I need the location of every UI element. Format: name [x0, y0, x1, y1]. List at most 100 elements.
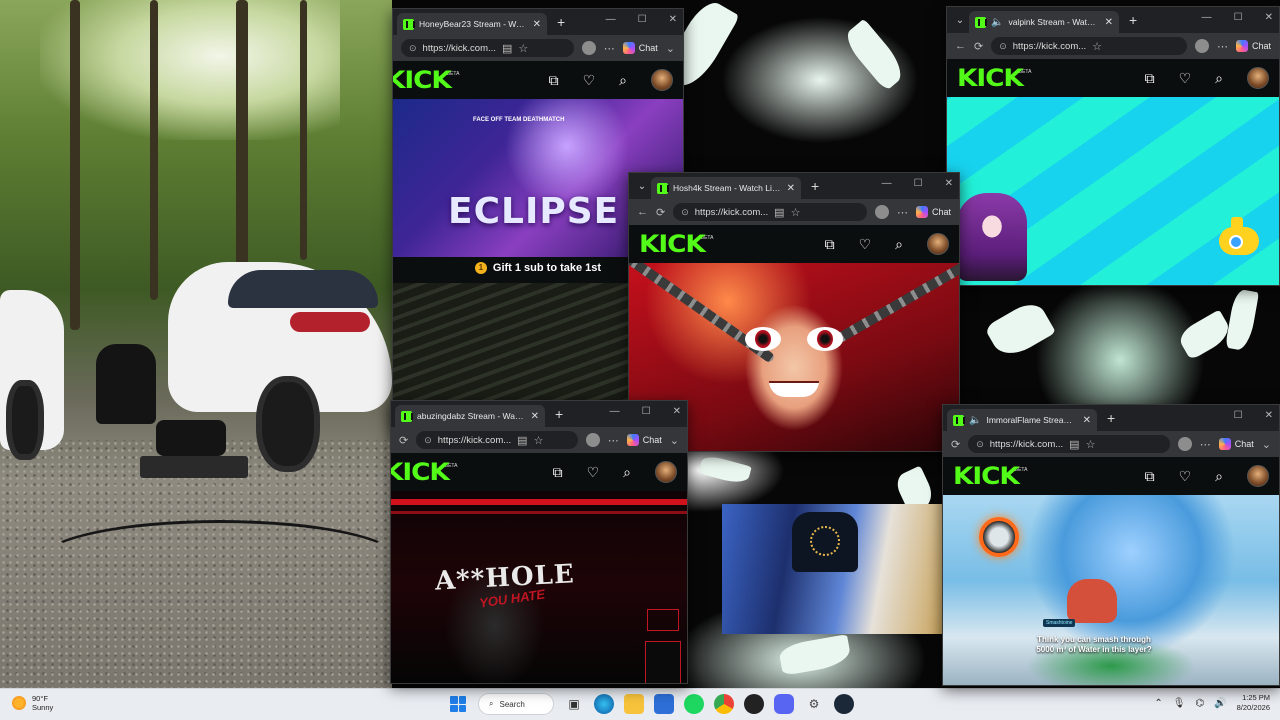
tab-close-icon[interactable]: ✕ — [787, 183, 795, 194]
close-window-icon[interactable]: ✕ — [1265, 12, 1273, 23]
taskbar-search[interactable]: ⌕ Search — [478, 693, 554, 715]
browser-window-immoralflame[interactable]: 🔈 ImmoralFlame Stream - Watc ✕ + ☐ ✕ ⟳ ⊙… — [942, 404, 1280, 686]
new-tab-button[interactable]: + — [811, 178, 819, 194]
browser-window-valpink[interactable]: ⌄ 🔈 valpink Stream - Watch Live o ✕ + — … — [946, 6, 1280, 286]
close-window-icon[interactable]: ✕ — [669, 14, 677, 25]
favorite-star-icon[interactable]: ☆ — [518, 42, 528, 55]
user-avatar[interactable] — [1247, 465, 1269, 487]
back-arrow-icon[interactable]: ← — [955, 40, 966, 52]
tab-immoralflame[interactable]: 🔈 ImmoralFlame Stream - Watc ✕ — [947, 409, 1097, 431]
reader-mode-icon[interactable]: ▤ — [774, 206, 784, 219]
close-window-icon[interactable]: ✕ — [1265, 410, 1273, 421]
tab-abuzingdabz[interactable]: abuzingdabz Stream - Watch Live ✕ — [395, 405, 545, 427]
more-menu-icon[interactable]: ⋯ — [1200, 438, 1211, 451]
reload-icon[interactable]: ⟳ — [974, 40, 983, 53]
favorite-star-icon[interactable]: ☆ — [1092, 40, 1102, 53]
favorite-star-icon[interactable]: ☆ — [1086, 438, 1096, 451]
user-avatar[interactable] — [655, 461, 677, 483]
favorite-star-icon[interactable]: ☆ — [791, 206, 801, 219]
address-bar[interactable]: ⊙ https://kick.com... ☆ — [991, 37, 1187, 55]
maximize-icon[interactable]: ☐ — [1234, 12, 1243, 23]
site-info-icon[interactable]: ⊙ — [976, 439, 984, 450]
close-window-icon[interactable]: ✕ — [945, 178, 953, 189]
more-menu-icon[interactable]: ⋯ — [1217, 40, 1228, 53]
search-icon[interactable]: ⌕ — [623, 464, 631, 481]
search-icon[interactable]: ⌕ — [1215, 468, 1223, 485]
chevron-down-icon[interactable]: ⌄ — [666, 42, 675, 55]
following-heart-icon[interactable]: ♡ — [1179, 468, 1192, 485]
address-bar[interactable]: ⊙ https://kick.com... ▤ ☆ — [968, 435, 1170, 453]
more-menu-icon[interactable]: ⋯ — [608, 434, 619, 447]
user-avatar[interactable] — [1247, 67, 1269, 89]
volume-icon[interactable]: 🔊 — [1214, 698, 1226, 709]
copilot-chat-button[interactable]: Chat — [1218, 438, 1254, 450]
microphone-icon[interactable]: 🎙 — [1173, 698, 1186, 709]
minimize-icon[interactable]: — — [882, 178, 892, 189]
tab-close-icon[interactable]: ✕ — [1105, 17, 1113, 28]
reader-mode-icon[interactable]: ▤ — [517, 434, 527, 447]
minimize-icon[interactable]: — — [606, 14, 616, 25]
chevron-down-icon[interactable]: ⌄ — [670, 434, 679, 447]
maximize-icon[interactable]: ☐ — [1234, 410, 1243, 421]
tab-list-dropdown-icon[interactable]: ⌄ — [951, 11, 969, 29]
clock[interactable]: 1:25 PM 8/20/2026 — [1237, 693, 1270, 713]
kick-logo[interactable]: KICK — [639, 230, 706, 258]
network-icon[interactable]: ⌬ — [1195, 698, 1204, 709]
spotify-icon[interactable] — [684, 694, 704, 714]
browse-icon[interactable]: ⧉ — [1145, 468, 1155, 485]
tab-honeybear23[interactable]: HoneyBear23 Stream - Watch Live ✕ — [397, 13, 547, 35]
browse-icon[interactable]: ⧉ — [825, 236, 835, 253]
site-info-icon[interactable]: ⊙ — [999, 41, 1007, 52]
tab-close-icon[interactable]: ✕ — [1083, 415, 1091, 426]
minimize-icon[interactable]: — — [610, 406, 620, 417]
settings-icon[interactable]: ⚙ — [804, 694, 824, 714]
profile-avatar[interactable] — [1194, 39, 1209, 53]
browser-window-abuzingdabz[interactable]: abuzingdabz Stream - Watch Live ✕ + — ☐ … — [390, 400, 688, 684]
reader-mode-icon[interactable]: ▤ — [1069, 438, 1079, 451]
profile-avatar[interactable] — [874, 205, 889, 219]
speaker-icon[interactable]: 🔈 — [969, 415, 981, 426]
stream-player[interactable]: A**HOLE YOU HATE — [391, 491, 687, 683]
new-tab-button[interactable]: + — [557, 14, 565, 30]
reload-icon[interactable]: ⟳ — [656, 206, 665, 219]
browse-icon[interactable]: ⧉ — [549, 72, 559, 89]
new-tab-button[interactable]: + — [1107, 410, 1115, 426]
kick-logo[interactable]: KICK — [953, 462, 1020, 490]
address-bar[interactable]: ⊙ https://kick.com... ▤ ☆ — [416, 431, 578, 449]
kick-logo[interactable]: KICK — [391, 458, 450, 486]
tab-close-icon[interactable]: ✕ — [531, 411, 539, 422]
chevron-down-icon[interactable]: ⌄ — [1262, 438, 1271, 451]
search-icon[interactable]: ⌕ — [895, 236, 903, 253]
address-bar[interactable]: ⊙ https://kick.com... ▤ ☆ — [673, 203, 867, 221]
reader-mode-icon[interactable]: ▤ — [502, 42, 512, 55]
tab-valpink[interactable]: 🔈 valpink Stream - Watch Live o ✕ — [969, 11, 1119, 33]
user-avatar[interactable] — [651, 69, 673, 91]
search-icon[interactable]: ⌕ — [619, 72, 627, 89]
copilot-chat-button[interactable]: Chat — [1235, 40, 1271, 52]
weather-widget[interactable]: 90°F Sunny — [12, 694, 53, 712]
maximize-icon[interactable]: ☐ — [914, 178, 923, 189]
favorite-star-icon[interactable]: ☆ — [534, 434, 544, 447]
start-button[interactable] — [448, 694, 468, 714]
new-tab-button[interactable]: + — [1129, 12, 1137, 28]
stream-player[interactable] — [947, 97, 1279, 285]
back-arrow-icon[interactable]: ← — [637, 206, 648, 218]
reload-icon[interactable]: ⟳ — [399, 434, 408, 447]
profile-avatar[interactable] — [585, 433, 600, 447]
maximize-icon[interactable]: ☐ — [642, 406, 651, 417]
kick-logo[interactable]: KICK — [957, 64, 1024, 92]
task-view-icon[interactable]: ▣ — [564, 694, 584, 714]
speaker-icon[interactable]: 🔈 — [991, 17, 1003, 28]
chevron-up-icon[interactable]: ⌃ — [1154, 698, 1162, 709]
more-menu-icon[interactable]: ⋯ — [897, 206, 908, 219]
site-info-icon[interactable]: ⊙ — [681, 207, 689, 218]
browse-icon[interactable]: ⧉ — [1145, 70, 1155, 87]
following-heart-icon[interactable]: ♡ — [583, 72, 596, 89]
following-heart-icon[interactable]: ♡ — [1179, 70, 1192, 87]
new-tab-button[interactable]: + — [555, 406, 563, 422]
kick-logo[interactable]: KICK — [393, 66, 452, 94]
following-heart-icon[interactable]: ♡ — [859, 236, 872, 253]
tab-close-icon[interactable]: ✕ — [533, 19, 541, 30]
profile-avatar[interactable] — [581, 41, 596, 55]
reload-icon[interactable]: ⟳ — [951, 438, 960, 451]
